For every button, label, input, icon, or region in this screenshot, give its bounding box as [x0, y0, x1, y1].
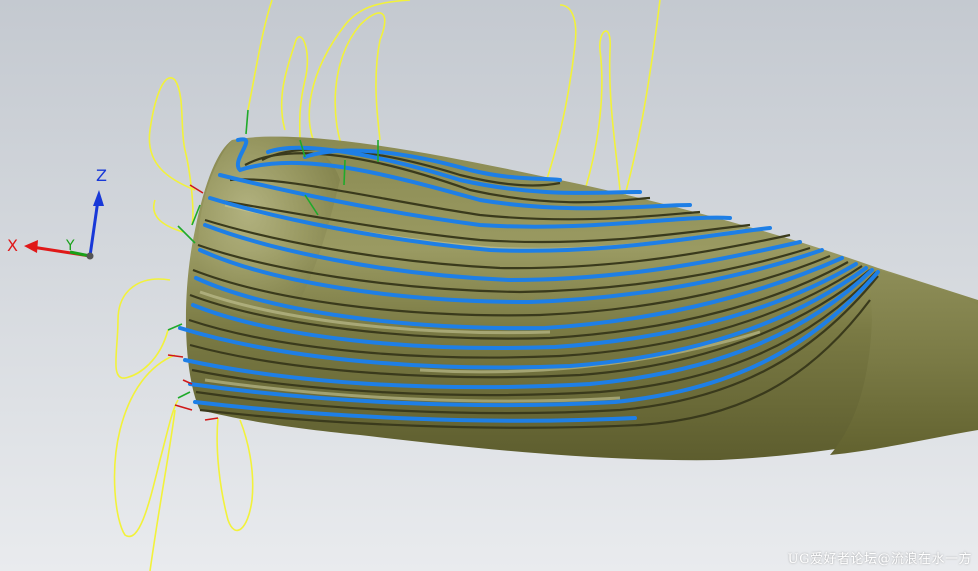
toolpath-link: [113, 354, 179, 538]
toolpath-link: [115, 278, 171, 379]
watermark-text: UG爱好者论坛@流浪在水一方: [787, 552, 972, 567]
triad-origin: [86, 252, 94, 260]
graphics-viewport[interactable]: X Y Z UG爱好者论坛@流浪在水一方: [0, 0, 978, 571]
toolpath-link: [216, 417, 254, 532]
toolpath-link: [544, 4, 577, 186]
coordinate-triad: [24, 190, 104, 260]
toolpath-link: [584, 30, 621, 191]
axis-y-label: Y: [66, 238, 75, 254]
toolpath-link: [149, 409, 176, 571]
toolpath-link: [308, 0, 411, 151]
toolpath-link: [280, 36, 309, 141]
model-canvas[interactable]: [0, 0, 978, 571]
toolpath-link: [624, 0, 661, 196]
axis-x-label: X: [7, 236, 18, 255]
toolpath-link: [247, 0, 273, 111]
triad-z-arrowhead: [93, 190, 104, 206]
axis-z-label: Z: [96, 166, 107, 185]
toolpath-link: [334, 12, 386, 156]
toolpath-link: [148, 77, 196, 226]
triad-z-axis: [88, 199, 100, 257]
triad-x-arrowhead: [24, 240, 38, 253]
